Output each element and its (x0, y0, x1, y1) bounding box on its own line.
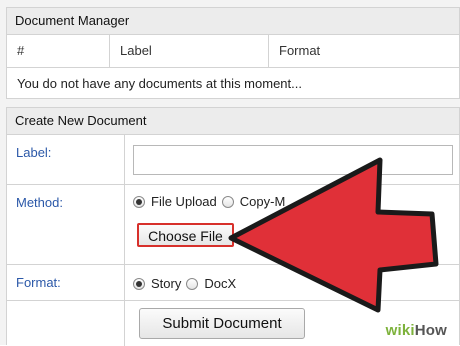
format-field-label: Format: (7, 265, 125, 300)
column-header-label[interactable]: Label (110, 35, 269, 67)
empty-documents-message: You do not have any documents at this mo… (17, 76, 302, 91)
format-options: Story DocX (133, 276, 236, 291)
format-row: Format: Story DocX (7, 265, 459, 301)
document-manager-title: Document Manager (7, 8, 459, 35)
story-radio[interactable] (133, 277, 145, 290)
choose-file-button[interactable]: Choose File (137, 223, 234, 247)
screenshot-frame: Document Manager # Label Format You do n… (0, 0, 460, 346)
column-header-number[interactable]: # (7, 35, 110, 67)
watermark-wiki: wiki (385, 322, 415, 339)
label-input[interactable] (133, 145, 453, 175)
file-upload-radio[interactable] (133, 195, 145, 208)
format-field-cell: Story DocX (125, 265, 459, 300)
create-document-title: Create New Document (7, 108, 459, 135)
label-row: Label: (7, 135, 459, 185)
label-field-cell (125, 135, 459, 184)
submit-document-button[interactable]: Submit Document (139, 308, 305, 339)
file-upload-label[interactable]: File Upload (151, 194, 217, 209)
docx-label[interactable]: DocX (204, 276, 236, 291)
watermark-how: How (414, 322, 447, 339)
copy-radio[interactable] (221, 195, 234, 208)
column-header-format[interactable]: Format (269, 35, 459, 67)
method-row: Method: File Upload Copy-M Choose File (7, 185, 459, 265)
documents-table-header: # Label Format (7, 35, 459, 68)
story-label[interactable]: Story (151, 276, 181, 291)
label-field-label: Label: (7, 135, 125, 184)
wikihow-watermark: wikiHow (379, 322, 453, 339)
copy-label[interactable]: Copy-M (240, 194, 286, 209)
method-field-cell: File Upload Copy-M Choose File (125, 185, 459, 264)
submit-label-cell (7, 301, 125, 346)
create-document-panel: Create New Document Label: Method: File … (6, 107, 460, 346)
document-manager-panel: Document Manager # Label Format You do n… (6, 7, 460, 99)
docx-radio[interactable] (186, 277, 199, 290)
method-field-label: Method: (7, 185, 125, 264)
method-options: File Upload Copy-M (133, 194, 285, 209)
